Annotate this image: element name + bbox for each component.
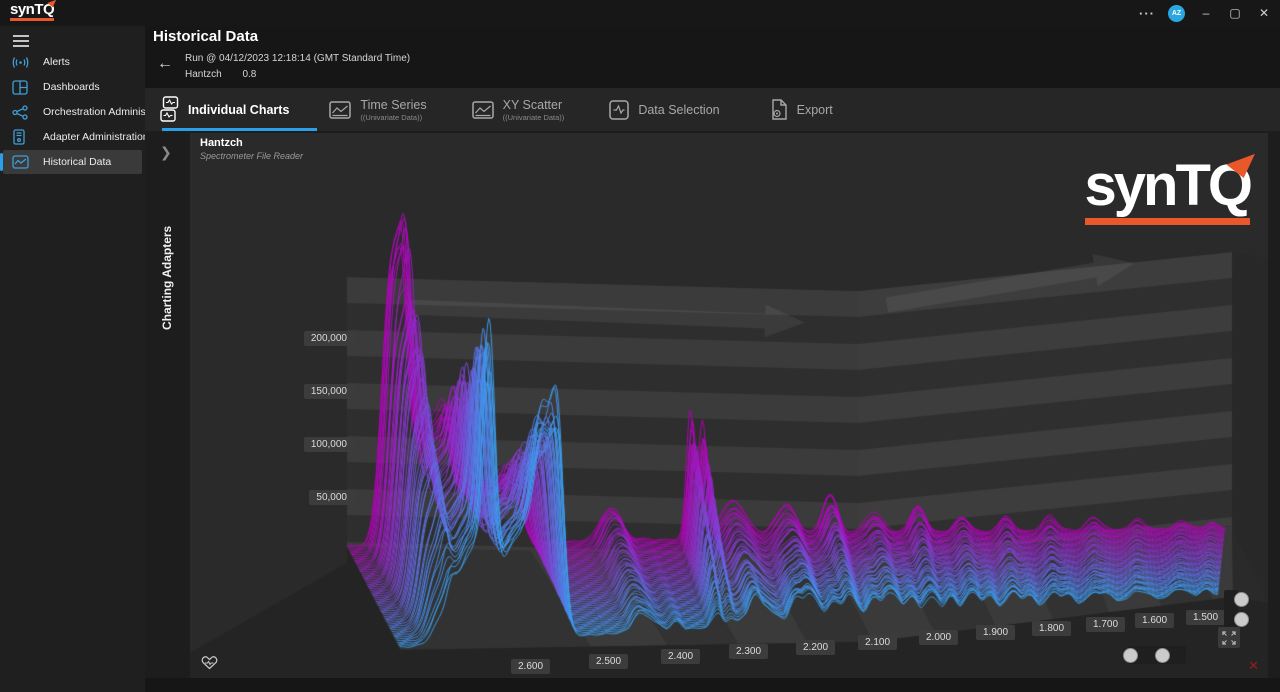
horizontal-slider-handle-right[interactable] (1155, 648, 1170, 663)
sidebar-item-orchestration-administration[interactable]: Orchestration Administration (3, 100, 142, 124)
orchestration-icon (12, 104, 29, 121)
sidebar-item-label: Dashboards (43, 81, 100, 93)
chart-subtitle: Spectrometer File Reader (200, 151, 303, 161)
fullscreen-expand-icon[interactable] (1218, 627, 1240, 648)
avatar[interactable]: AZ (1168, 5, 1185, 22)
tab-label: XY Scatter (503, 98, 565, 112)
expand-adapters-chevron-icon[interactable]: ❯ (160, 144, 172, 161)
tab-label: Time Series (360, 98, 426, 112)
syntq-watermark: synTQ (1085, 158, 1251, 225)
tab-individual-charts[interactable]: Individual Charts (160, 88, 329, 131)
horizontal-slider-handle-left[interactable] (1123, 648, 1138, 663)
x-tick-label: 2.500 (589, 654, 628, 669)
tab-label: Data Selection (638, 103, 719, 117)
y-tick-label: 50,000 (309, 490, 354, 505)
chart-close-icon[interactable]: ✕ (1248, 658, 1259, 674)
tab-time-series[interactable]: Time Series ((Univariate Data)) (329, 88, 471, 131)
tab-export[interactable]: Export (770, 88, 863, 131)
vertical-slider-handle-bottom[interactable] (1234, 612, 1249, 627)
tab-label: Individual Charts (188, 103, 289, 117)
tab-xy-scatter[interactable]: XY Scatter ((Univariate Data)) (472, 88, 610, 131)
sidebar-item-label: Adapter Administration (43, 131, 149, 143)
time-series-icon (329, 101, 351, 119)
data-selection-icon (609, 100, 629, 120)
sidebar-item-dashboards[interactable]: Dashboards (3, 75, 142, 99)
watermark-text: synTQ (1085, 158, 1251, 214)
tab-bar: Individual Charts Time Series ((Univaria… (145, 88, 1280, 131)
run-subline: Hantzch 0.8 (185, 69, 256, 80)
orchestration-name: Hantzch (185, 69, 222, 80)
sidebar: Alerts Dashboards Orchestration Administ… (0, 26, 145, 692)
historical-data-icon (12, 154, 29, 171)
y-tick-label: 150,000 (304, 384, 354, 399)
page-title: Historical Data (153, 28, 258, 45)
x-tick-label: 2.600 (511, 659, 550, 674)
close-button[interactable]: ✕ (1256, 6, 1272, 20)
xy-scatter-icon (472, 101, 494, 119)
x-tick-label: 2.400 (661, 649, 700, 664)
y-tick-label: 200,000 (304, 331, 354, 346)
hamburger-menu-icon[interactable] (13, 32, 29, 50)
chart-title: Hantzch (200, 137, 243, 149)
tab-data-selection[interactable]: Data Selection (609, 88, 769, 131)
adapter-icon (12, 129, 29, 146)
tab-sublabel: ((Univariate Data)) (503, 113, 565, 122)
sidebar-item-alerts[interactable]: Alerts (3, 50, 142, 74)
vertical-slider-handle-top[interactable] (1234, 592, 1249, 607)
individual-charts-icon (160, 96, 179, 123)
sidebar-item-historical-data[interactable]: Historical Data (3, 150, 142, 174)
x-tick-label: 1.600 (1135, 613, 1174, 628)
x-tick-label: 1.700 (1086, 617, 1125, 632)
tab-sublabel: ((Univariate Data)) (360, 113, 426, 122)
y-tick-label: 100,000 (304, 437, 354, 452)
app-window: synTQ ··· AZ – ▢ ✕ Alerts (0, 0, 1280, 692)
minimize-button[interactable]: – (1198, 6, 1214, 20)
run-timestamp: Run @ 04/12/2023 12:18:14 (GMT Standard … (185, 53, 410, 64)
orchestration-version: 0.8 (242, 69, 256, 80)
alerts-icon (12, 54, 29, 71)
dashboards-icon (12, 79, 29, 96)
sidebar-item-label: Alerts (43, 56, 70, 68)
x-tick-label: 2.100 (858, 635, 897, 650)
window-controls: ··· AZ – ▢ ✕ (1139, 0, 1272, 26)
x-tick-label: 1.500 (1186, 610, 1225, 625)
titlebar: synTQ ··· AZ – ▢ ✕ (0, 0, 1280, 26)
sidebar-item-adapter-administration[interactable]: Adapter Administration (3, 125, 142, 149)
x-tick-label: 1.800 (1032, 621, 1071, 636)
more-menu-icon[interactable]: ··· (1139, 6, 1155, 21)
sidebar-item-label: Historical Data (43, 156, 111, 168)
health-heart-pulse-icon[interactable] (201, 655, 218, 670)
x-tick-label: 2.000 (919, 630, 958, 645)
maximize-button[interactable]: ▢ (1227, 6, 1243, 20)
x-tick-label: 1.900 (976, 625, 1015, 640)
logo-underline (10, 18, 54, 21)
tab-label: Export (797, 103, 833, 117)
export-icon (770, 99, 788, 120)
charting-adapters-label: Charting Adapters (160, 180, 174, 330)
x-tick-label: 2.300 (729, 644, 768, 659)
back-button[interactable]: ← (157, 55, 173, 73)
syntq-logo: synTQ (10, 1, 54, 21)
x-tick-label: 2.200 (796, 640, 835, 655)
watermark-underline (1085, 218, 1251, 225)
